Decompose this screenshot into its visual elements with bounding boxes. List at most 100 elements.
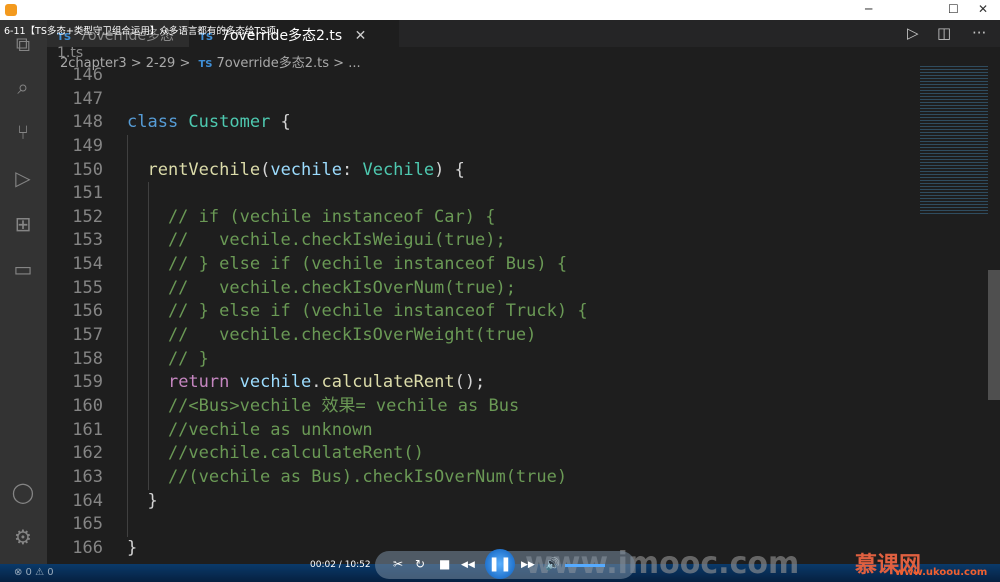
line-number: 150 [72, 159, 103, 180]
indent-guide [127, 205, 128, 230]
search-icon[interactable]: ⌕ [11, 75, 35, 99]
fast-forward-button[interactable]: ▶▶ [521, 560, 535, 570]
code-token: } [127, 537, 138, 558]
code-token: vechile [270, 159, 342, 180]
line-number: 146 [72, 65, 103, 85]
indent-guide [147, 229, 149, 254]
code-line: 160 //<Bus>vechile 效果= vechile as Bus [47, 394, 917, 419]
video-title: 6-11【TS多态+类型守卫组合运用】众多语言都有的多态给TS项 [4, 26, 276, 37]
code-token: ) { [434, 159, 465, 180]
line-number: 161 [72, 419, 103, 440]
code-line: 158 // } [47, 347, 917, 372]
problems-indicator[interactable]: ⊗ 0 ⚠ 0 [14, 567, 54, 578]
indent-guide [147, 394, 149, 419]
code-token: . [311, 372, 322, 393]
code-line: 153 // vechile.checkIsWeigui(true); [47, 229, 917, 254]
more-actions-icon[interactable]: ··· [972, 24, 986, 42]
logo-url: www.ukoou.com [895, 567, 988, 578]
code-token: Vechile [362, 159, 435, 180]
rewind-button[interactable]: ◀◀ [461, 560, 475, 570]
indent-guide [147, 347, 149, 372]
line-number: 158 [72, 348, 103, 369]
indent-guide [127, 276, 128, 301]
code-line: 157 // vechile.checkIsOverWeight(true) [47, 324, 917, 348]
minimize-button[interactable]: ─ [865, 2, 872, 16]
run-debug-icon[interactable]: ▷ [11, 166, 35, 190]
volume-slider[interactable] [565, 564, 605, 567]
repeat-button[interactable]: ↻ [415, 557, 425, 571]
stop-button[interactable]: ■ [439, 557, 450, 571]
extensions-icon[interactable]: ⊞ [11, 212, 35, 236]
close-window-button[interactable]: ✕ [978, 2, 988, 16]
code-line: 159 return vechile.calculateRent(); [47, 371, 917, 395]
line-number: 162 [72, 443, 103, 464]
line-number: 157 [72, 325, 103, 346]
indent-guide [147, 371, 149, 395]
code-line: 152 // if (vechile instanceof Car) { [47, 205, 917, 230]
line-number: 156 [72, 301, 103, 322]
code-token: ( [260, 159, 271, 180]
indent-guide [147, 465, 149, 490]
indent-guide [147, 205, 149, 230]
code-line: 165 [47, 513, 917, 537]
line-number: 154 [72, 254, 103, 275]
account-icon[interactable]: ◯ [11, 480, 35, 504]
line-number: 147 [72, 88, 103, 109]
code-line: 149 [47, 134, 917, 159]
window-titlebar: ─ ☐ ✕ [0, 0, 1000, 20]
split-editor-icon[interactable]: ◫ [937, 24, 951, 42]
code-token: //vechile as unknown [127, 419, 373, 440]
indent-guide [127, 300, 128, 325]
code-token: // vechile.checkIsOverNum(true); [127, 277, 516, 298]
code-line: 161 //vechile as unknown [47, 418, 917, 443]
indent-guide [127, 229, 128, 254]
maximize-button[interactable]: ☐ [948, 2, 959, 16]
source-control-icon[interactable]: ⑂ [11, 120, 35, 144]
code-token: // } [127, 348, 209, 369]
indent-guide [147, 418, 149, 443]
code-line: 151 [47, 182, 917, 206]
code-token: : [341, 159, 363, 180]
indent-guide [127, 489, 128, 514]
indent-guide [147, 300, 149, 325]
minimap[interactable] [920, 64, 988, 214]
code-token: //<Bus>vechile 效果= vechile as Bus [127, 395, 520, 416]
volume-icon[interactable]: 🔊 [545, 557, 560, 571]
line-number: 166 [72, 537, 103, 558]
indent-guide [127, 371, 128, 395]
app-icon [5, 4, 17, 16]
activity-bar: ⧉ ⌕ ⑂ ▷ ⊞ ▭ ◯ ⚙ [0, 20, 47, 564]
code-token: (); [454, 372, 486, 393]
code-token: return [167, 372, 240, 393]
code-token: class [127, 112, 189, 133]
indent-guide [127, 418, 128, 443]
code-token: // vechile.checkIsOverWeight(true) [127, 325, 537, 346]
line-number: 152 [72, 206, 103, 227]
code-token: } [127, 490, 158, 511]
indent-guide [127, 253, 128, 277]
line-number: 155 [72, 277, 103, 298]
run-icon[interactable]: ▷ [907, 24, 919, 42]
code-token: // if (vechile instanceof Car) { [127, 206, 496, 227]
indent-guide [127, 158, 128, 183]
close-tab-icon[interactable]: ✕ [355, 28, 367, 44]
line-number: 160 [72, 395, 103, 416]
pause-button[interactable]: ❚❚ [485, 549, 515, 579]
code-token: Customer [188, 112, 271, 133]
indent-guide [147, 276, 149, 301]
clip-button[interactable]: ✂ [393, 557, 403, 571]
code-line: 163 //(vechile as Bus).checkIsOverNum(tr… [47, 465, 917, 490]
indent-guide [127, 182, 128, 206]
code-line: 162 //vechile.calculateRent() [47, 442, 917, 466]
code-token: rentVechile [147, 159, 261, 180]
line-number: 148 [72, 112, 103, 133]
code-line: 148 class Customer { [47, 111, 917, 135]
folder-icon[interactable]: ▭ [11, 257, 35, 281]
code-line: 146 [47, 64, 917, 88]
code-token: calculateRent [321, 372, 455, 393]
gear-icon[interactable]: ⚙ [11, 525, 35, 549]
scrollbar[interactable] [988, 270, 1000, 400]
indent-guide [147, 253, 149, 277]
code-editor[interactable]: 146 147 148 class Customer {149 150 rentVech… [47, 64, 917, 560]
